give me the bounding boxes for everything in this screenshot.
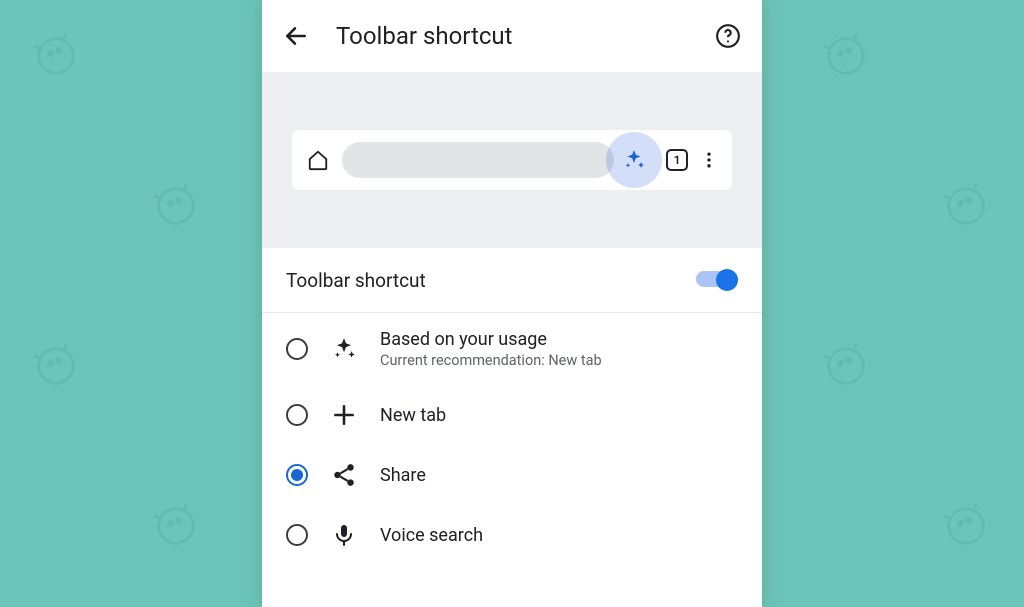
- arrow-left-icon: [283, 23, 309, 49]
- option-based-on-usage[interactable]: Based on your usage Current recommendati…: [262, 313, 762, 385]
- toggle-label: Toolbar shortcut: [286, 269, 426, 292]
- option-title: Voice search: [380, 525, 483, 546]
- option-subtitle: Current recommendation: New tab: [380, 352, 602, 369]
- radio-new-tab[interactable]: [286, 404, 308, 426]
- radio-based-on-usage[interactable]: [286, 338, 308, 360]
- option-new-tab[interactable]: New tab: [262, 385, 762, 445]
- shortcut-highlight: [606, 132, 662, 188]
- help-circle-icon: [715, 23, 741, 49]
- appbar: Toolbar shortcut: [262, 0, 762, 72]
- home-icon: [304, 149, 332, 171]
- help-button[interactable]: [712, 20, 744, 52]
- back-button[interactable]: [280, 20, 312, 52]
- address-bar-placeholder: [342, 142, 614, 178]
- settings-screen: Toolbar shortcut 1 Toolbar shortcut: [262, 0, 762, 607]
- shortcut-options-list: Based on your usage Current recommendati…: [262, 313, 762, 607]
- sparkle-icon: [330, 335, 358, 363]
- option-title: New tab: [380, 405, 446, 426]
- radio-share[interactable]: [286, 464, 308, 486]
- option-share[interactable]: Share: [262, 445, 762, 505]
- toolbar-preview-area: 1: [262, 72, 762, 248]
- option-title: Based on your usage: [380, 329, 602, 350]
- share-icon: [330, 461, 358, 489]
- option-title: Share: [380, 465, 426, 486]
- toolbar-preview: 1: [292, 130, 732, 190]
- toolbar-shortcut-switch[interactable]: [696, 268, 738, 292]
- radio-voice-search[interactable]: [286, 524, 308, 546]
- tab-switcher: 1: [666, 149, 688, 171]
- plus-icon: [330, 401, 358, 429]
- sparkle-icon: [622, 148, 646, 172]
- mic-icon: [330, 521, 358, 549]
- page-title: Toolbar shortcut: [336, 22, 688, 50]
- option-voice-search[interactable]: Voice search: [262, 505, 762, 565]
- overflow-menu-icon: [698, 150, 720, 170]
- toolbar-shortcut-toggle-row[interactable]: Toolbar shortcut: [262, 248, 762, 313]
- tab-count-value: 1: [674, 153, 681, 167]
